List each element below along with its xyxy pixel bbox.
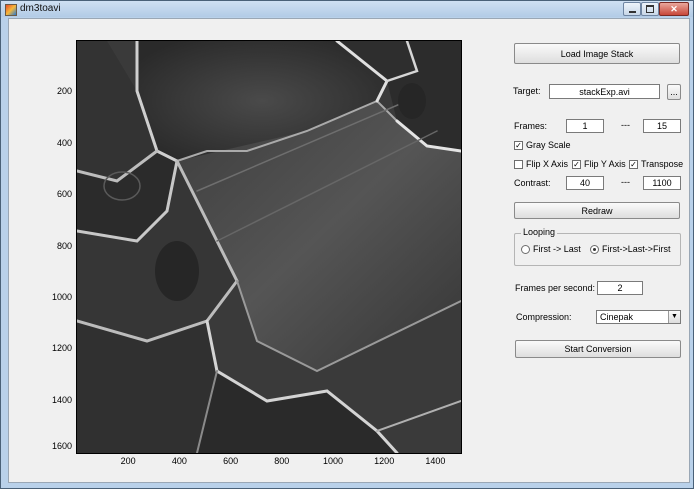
close-button[interactable]: ✕	[659, 2, 689, 16]
fps-value: 2	[617, 283, 623, 293]
contrast-min-value: 40	[579, 178, 590, 188]
target-value: stackExp.avi	[579, 86, 630, 97]
flip-x-label: Flip X Axis	[526, 159, 569, 169]
x-tick-label: 1200	[374, 456, 395, 466]
y-tick-label: 1400	[51, 394, 72, 405]
fps-label: Frames per second:	[515, 283, 596, 293]
loop-first-last-radio[interactable]	[521, 245, 530, 254]
browse-button[interactable]: ...	[667, 84, 681, 100]
gray-scale-label: Gray Scale	[526, 140, 571, 150]
looping-title: Looping	[521, 227, 558, 237]
y-tick-label: 800	[56, 240, 72, 251]
figure-client-area: 200 400 600 800 1000 1200 1400 1600 200 400 600 80…	[8, 18, 690, 483]
contrast-max-field[interactable]: 1100	[643, 176, 681, 190]
loop-first-last-label: First -> Last	[533, 244, 581, 254]
contrast-label: Contrast:	[514, 178, 551, 188]
compression-select[interactable]: Cinepak ▼	[596, 310, 681, 324]
minimize-icon	[628, 10, 636, 13]
flip-x-checkbox[interactable]	[514, 160, 523, 169]
gray-scale-checkbox[interactable]: ✓	[514, 141, 523, 150]
loop-first-last-first-radio[interactable]	[590, 245, 599, 254]
contrast-max-value: 1100	[652, 178, 672, 188]
frames-end-value: 15	[656, 121, 667, 131]
redraw-button[interactable]: Redraw	[514, 202, 680, 219]
check-icon: ✓	[515, 141, 522, 150]
y-tick-label: 400	[56, 137, 72, 148]
matlab-icon	[5, 4, 17, 16]
compression-value: Cinepak	[600, 312, 634, 322]
y-tick-label: 1600	[51, 441, 72, 451]
target-label: Target:	[513, 86, 541, 96]
micrograph-image	[77, 41, 461, 453]
frames-start-field[interactable]: 1	[566, 119, 604, 133]
contrast-separator: ---	[621, 177, 630, 187]
frames-separator: ---	[621, 120, 630, 130]
check-icon: ✓	[630, 160, 637, 169]
flip-y-checkbox[interactable]: ✓	[572, 160, 581, 169]
compression-label: Compression:	[516, 312, 572, 322]
flip-y-label: Flip Y Axis	[584, 159, 626, 169]
fps-field[interactable]: 2	[597, 281, 643, 295]
maximize-button[interactable]	[641, 2, 659, 16]
frames-start-value: 1	[582, 121, 588, 131]
y-tick-label: 200	[56, 86, 72, 97]
x-tick-label: 200	[120, 456, 136, 466]
chevron-down-icon[interactable]: ▼	[668, 311, 680, 323]
minimize-button[interactable]	[623, 2, 641, 16]
x-tick-label: 800	[274, 456, 290, 466]
x-tick-label: 400	[171, 456, 187, 466]
check-icon: ✓	[573, 160, 580, 169]
y-tick-label: 1200	[51, 343, 72, 354]
x-tick-label: 1000	[322, 456, 344, 466]
title-bar[interactable]: dm3toavi ✕	[1, 1, 693, 17]
close-icon: ✕	[670, 3, 678, 14]
looping-group: Looping First -> Last First->Last->First	[514, 227, 681, 266]
app-window: dm3toavi ✕ 200 400 600 800 1000 1200 140…	[0, 0, 694, 489]
transpose-checkbox[interactable]: ✓	[629, 160, 638, 169]
transpose-label: Transpose	[641, 159, 684, 169]
contrast-min-field[interactable]: 40	[566, 176, 604, 190]
x-tick-label: 600	[223, 456, 239, 466]
x-tick-label: 1400	[425, 456, 446, 466]
y-tick-label: 1000	[51, 291, 72, 302]
maximize-icon	[646, 5, 654, 13]
y-tick-label: 600	[56, 189, 72, 200]
ellipsis-icon: ...	[670, 87, 678, 97]
image-axes[interactable]	[76, 40, 462, 454]
load-image-stack-button[interactable]: Load Image Stack	[514, 43, 680, 64]
loop-first-last-first-label: First->Last->First	[602, 244, 671, 254]
frames-end-field[interactable]: 15	[643, 119, 681, 133]
window-title: dm3toavi	[20, 3, 61, 14]
target-field[interactable]: stackExp.avi	[549, 84, 660, 99]
frames-label: Frames:	[514, 121, 548, 131]
start-conversion-button[interactable]: Start Conversion	[515, 340, 681, 358]
